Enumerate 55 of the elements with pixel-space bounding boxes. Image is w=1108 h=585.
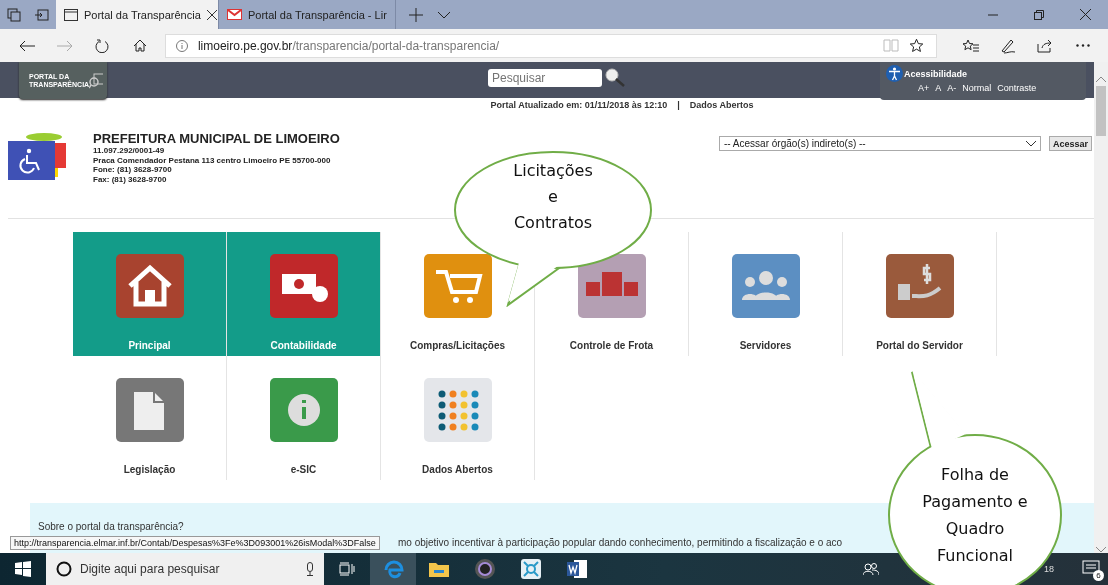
accessibility-icon (886, 65, 903, 82)
about-text: mo objetivo incentivar à participação popular dando conhecimento, permitindo a fiscalização e o aco (398, 537, 843, 548)
clock-date[interactable]: 18 (1044, 564, 1074, 574)
scroll-down-icon[interactable] (1096, 547, 1106, 553)
access-button[interactable]: Acessar (1048, 136, 1092, 151)
about-title: Sobre o portal da transparência? (38, 521, 184, 532)
agency-dropdown[interactable]: -- Acessar órgão(s) indireto(s) -- (718, 136, 1041, 151)
municipality-name: PREFEITURA MUNICIPAL DE LIMOEIRO (93, 132, 340, 146)
envelope-icon (227, 9, 242, 20)
book-icon[interactable] (883, 39, 900, 52)
separator: | (677, 100, 680, 110)
address-bar[interactable]: limoeiro.pe.gov.br/transparencia/portal-da-transparencia/ (164, 33, 938, 58)
coat-of-arms-drawing (8, 133, 66, 183)
municipality-detail: Fax: (81) 3628-9700 (93, 174, 168, 184)
document-icon (115, 378, 184, 442)
callout-text: Folha de (941, 465, 1009, 484)
accessibility-option[interactable]: A+ (918, 83, 930, 93)
accessibility-option[interactable]: Normal (962, 83, 992, 93)
microphone-icon[interactable] (306, 562, 314, 576)
close-tab-icon[interactable] (206, 9, 217, 20)
municipality-detail: 11.097.292/0001-49 (93, 146, 166, 156)
star-icon[interactable] (909, 38, 925, 53)
search-field[interactable]: Pesquisar (488, 69, 602, 87)
browser-tab[interactable]: Portal da Transparência (56, 0, 219, 29)
network-icon (423, 378, 492, 442)
link-tooltip: http://transparencia.elmar.inf.br/Contab/Despesas%3Fe%3D093001%26isModal%3DFalse (10, 536, 380, 550)
callout-text: Pagamento e (922, 492, 1028, 511)
callout-text: Licitações (513, 160, 593, 180)
callout-text: Funcional (937, 546, 1013, 565)
scrollbar[interactable] (1094, 62, 1108, 553)
update-date: Portal Atualizado em: 01/11/2018 às 12:10 (490, 100, 668, 110)
municipality-detail: Praca Comendador Pestana 113 centro Limoeiro PE 55700-000 (93, 155, 332, 165)
open-data-link[interactable]: Dados Abertos (689, 100, 754, 110)
hand-money-icon (885, 254, 954, 318)
money-icon (269, 254, 338, 318)
circle-icon (56, 561, 72, 577)
info-icon (269, 378, 338, 442)
house-icon (115, 254, 184, 318)
cart-icon (423, 254, 492, 318)
page-icon (64, 8, 78, 21)
scroll-thumb[interactable] (1096, 86, 1106, 136)
accessibility-title: Acessibilidade (904, 68, 968, 79)
accessibility-option[interactable]: Contraste (997, 83, 1037, 93)
callout-text: Contratos (513, 212, 593, 232)
info-icon (175, 39, 188, 52)
accessibility-option[interactable]: A- (947, 83, 957, 93)
people-icon (731, 254, 800, 318)
scroll-up-icon[interactable] (1096, 76, 1106, 82)
callout-text: Quadro (945, 519, 1005, 538)
chevron-down-icon (1025, 140, 1036, 147)
accessibility-option[interactable]: A (935, 83, 942, 93)
taskbar-search-field[interactable]: Digite aqui para pesquisar (46, 553, 324, 585)
search-icon[interactable] (605, 68, 625, 88)
callout-text: e (548, 186, 558, 206)
municipality-detail: Fone: (81) 3628-9700 (93, 165, 173, 175)
